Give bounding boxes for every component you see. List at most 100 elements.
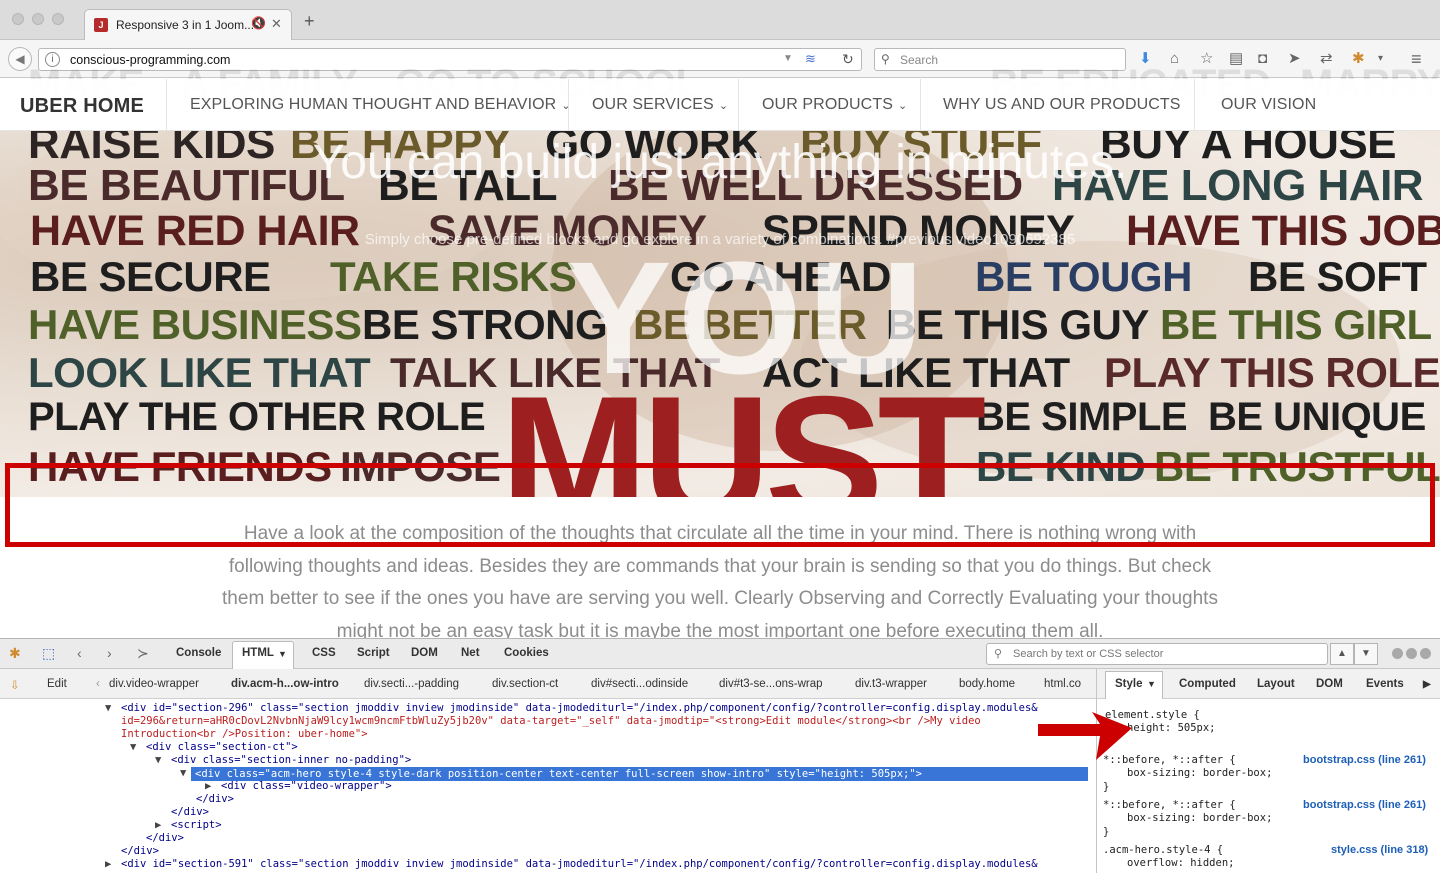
menu-divider — [920, 79, 921, 131]
html-line[interactable]: <div id="section-591" class="section jmo… — [121, 858, 1038, 871]
html-line[interactable]: <div class="section-inner no-padding"> — [171, 754, 411, 767]
hero-word: PLAY THE OTHER ROLE — [28, 395, 486, 439]
tab-side-dom[interactable]: DOM — [1316, 678, 1343, 690]
css-property[interactable]: height: 505px; — [1127, 722, 1216, 735]
html-line[interactable]: <script> — [171, 819, 222, 832]
search-placeholder[interactable]: Search — [900, 53, 938, 67]
html-line[interactable]: <div class="section-ct"> — [146, 741, 298, 754]
speaker-muted-icon[interactable]: 🔇 — [251, 16, 266, 30]
style-side-panel: Style ▼ Computed Layout DOM Events ▶ ele… — [1096, 669, 1440, 873]
reload-icon[interactable]: ↻ — [842, 51, 854, 68]
search-prev-button[interactable]: ▲ — [1330, 643, 1354, 665]
back-icon[interactable]: ‹ — [77, 645, 82, 661]
chevron-down-icon: ⌄ — [718, 100, 729, 112]
expand-triangle-icon[interactable]: ▶ — [205, 780, 211, 793]
extension-icon[interactable]: ≋ — [805, 51, 816, 67]
collapse-triangle-icon[interactable]: ▼ — [130, 741, 136, 754]
css-close-brace: } — [1103, 781, 1110, 793]
breadcrumb-item[interactable]: div#t3-se...ons-wrap — [719, 678, 823, 690]
html-line[interactable]: </div> — [146, 832, 184, 845]
close-devtools-icon[interactable] — [1420, 648, 1431, 659]
search-next-button[interactable]: ▼ — [1354, 643, 1378, 665]
devtools-search-input[interactable]: ⚲ Search by text or CSS selector — [986, 643, 1328, 665]
breadcrumb: ⇩ Edit ‹ div.video-wrapper div.acm-h...o… — [0, 669, 1096, 699]
inspect-element-icon[interactable]: ⬚ — [42, 645, 55, 662]
menu-item-why-us[interactable]: WHY US AND OUR PRODUCTS — [943, 79, 1181, 131]
annotation-arrow-icon — [1038, 712, 1132, 760]
tab-events[interactable]: Events — [1366, 678, 1404, 690]
css-property[interactable]: box-sizing: border-box; — [1127, 767, 1272, 780]
breadcrumb-item[interactable]: div.section-ct — [492, 678, 558, 690]
forward-icon[interactable]: › — [107, 645, 112, 661]
css-selector: *::before, *::after { — [1103, 799, 1236, 811]
html-line[interactable]: </div> — [121, 845, 159, 858]
breadcrumb-item[interactable]: div.t3-wrapper — [855, 678, 927, 690]
devtools-toolbar: ✱ ⬚ ‹ › ≻ Console HTML ▼ CSS Script DOM … — [0, 639, 1440, 669]
close-window-button[interactable] — [12, 13, 24, 25]
css-source-link[interactable]: bootstrap.css (line 261) — [1303, 799, 1426, 811]
css-close-brace: } — [1103, 826, 1110, 838]
search-icon: ⚲ — [994, 648, 1003, 660]
breadcrumb-item[interactable]: div.secti...-padding — [364, 678, 459, 690]
chevron-down-icon: ⌄ — [897, 100, 908, 112]
tab-html[interactable]: HTML — [242, 647, 274, 659]
breadcrumb-item[interactable]: div#secti...odinside — [591, 678, 688, 690]
new-tab-button[interactable]: + — [304, 12, 315, 30]
tab-cookies[interactable]: Cookies — [504, 647, 549, 659]
html-line[interactable]: <div id="section-296" class="section jmo… — [121, 702, 1038, 715]
hero-word: BE THIS GIRL — [1160, 301, 1432, 348]
site-brand[interactable]: UBER HOME — [20, 95, 144, 118]
menu-item-vision[interactable]: OUR VISION — [1221, 79, 1316, 131]
breadcrumb-scroll-icon[interactable]: ‹ — [96, 678, 100, 690]
tab-net[interactable]: Net — [461, 647, 480, 659]
expand-triangle-icon[interactable]: ▶ — [155, 819, 161, 832]
tab-computed[interactable]: Computed — [1179, 678, 1236, 690]
css-source-link[interactable]: bootstrap.css (line 261) — [1303, 754, 1426, 766]
tab-style-dropdown-icon[interactable]: ▼ — [1147, 679, 1156, 689]
breadcrumb-item[interactable]: body.home — [959, 678, 1015, 690]
edit-button[interactable]: Edit — [47, 678, 67, 690]
pin-icon[interactable]: ⇩ — [10, 678, 20, 692]
tab-title: Responsive 3 in 1 Joom... — [116, 18, 255, 32]
menu-item-services[interactable]: OUR SERVICES ⌄ — [592, 79, 728, 131]
menu-item-products[interactable]: OUR PRODUCTS ⌄ — [762, 79, 907, 131]
firebug-icon[interactable]: ✱ — [9, 645, 21, 662]
breadcrumb-item[interactable]: div.video-wrapper — [109, 678, 199, 690]
tab-console[interactable]: Console — [176, 647, 221, 659]
collapse-triangle-icon[interactable]: ▼ — [155, 754, 161, 767]
html-line[interactable]: id=296&return=aHR0cDovL2NvbnNjaW9lcy1wcm… — [121, 715, 981, 728]
close-tab-icon[interactable]: ✕ — [271, 16, 282, 32]
selected-html-row[interactable]: <div class="acm-hero style-4 style-dark … — [191, 767, 1088, 781]
tab-style[interactable]: Style — [1115, 678, 1143, 690]
collapse-triangle-icon[interactable]: ▼ — [180, 767, 186, 780]
minimize-window-button[interactable] — [32, 13, 44, 25]
detach-devtools-icon[interactable] — [1406, 648, 1417, 659]
tab-css[interactable]: CSS — [312, 647, 336, 659]
tab-html-dropdown-icon[interactable]: ▼ — [278, 649, 287, 659]
hero-word: BE TOUGH — [975, 253, 1192, 300]
tab-script[interactable]: Script — [357, 647, 390, 659]
css-source-link[interactable]: style.css (line 318) — [1331, 844, 1428, 856]
url-dropdown-icon[interactable]: ▼ — [783, 53, 793, 64]
breadcrumb-item[interactable]: html.co — [1044, 678, 1081, 690]
html-line[interactable]: </div> — [171, 806, 209, 819]
side-tabs-scroll-icon[interactable]: ▶ — [1423, 679, 1431, 690]
command-line-icon[interactable]: ≻ — [137, 645, 149, 662]
collapse-triangle-icon[interactable]: ▼ — [105, 702, 111, 715]
devtools-search-placeholder[interactable]: Search by text or CSS selector — [1013, 648, 1163, 660]
maximize-window-button[interactable] — [52, 13, 64, 25]
minimize-devtools-icon[interactable] — [1392, 648, 1403, 659]
browser-tab[interactable]: J Responsive 3 in 1 Joom... 🔇 ✕ — [84, 9, 292, 40]
html-line[interactable]: Introduction<br />Position: uber-home"> — [121, 728, 368, 741]
expand-triangle-icon[interactable]: ▶ — [105, 858, 111, 871]
html-line[interactable]: <div class="video-wrapper"> — [221, 780, 392, 793]
menu-item-exploring[interactable]: EXPLORING HUMAN THOUGHT AND BEHAVIOR ⌄ — [190, 79, 571, 131]
css-property[interactable]: box-sizing: border-box; — [1127, 812, 1272, 825]
tab-dom[interactable]: DOM — [411, 647, 438, 659]
breadcrumb-item-selected[interactable]: div.acm-h...ow-intro — [231, 678, 339, 690]
send-icon[interactable]: ➤ — [1288, 50, 1301, 68]
tab-layout[interactable]: Layout — [1257, 678, 1295, 690]
hero-word: BE UNIQUE — [1208, 395, 1426, 439]
css-property[interactable]: overflow: hidden; — [1127, 857, 1234, 870]
html-line[interactable]: </div> — [196, 793, 234, 806]
